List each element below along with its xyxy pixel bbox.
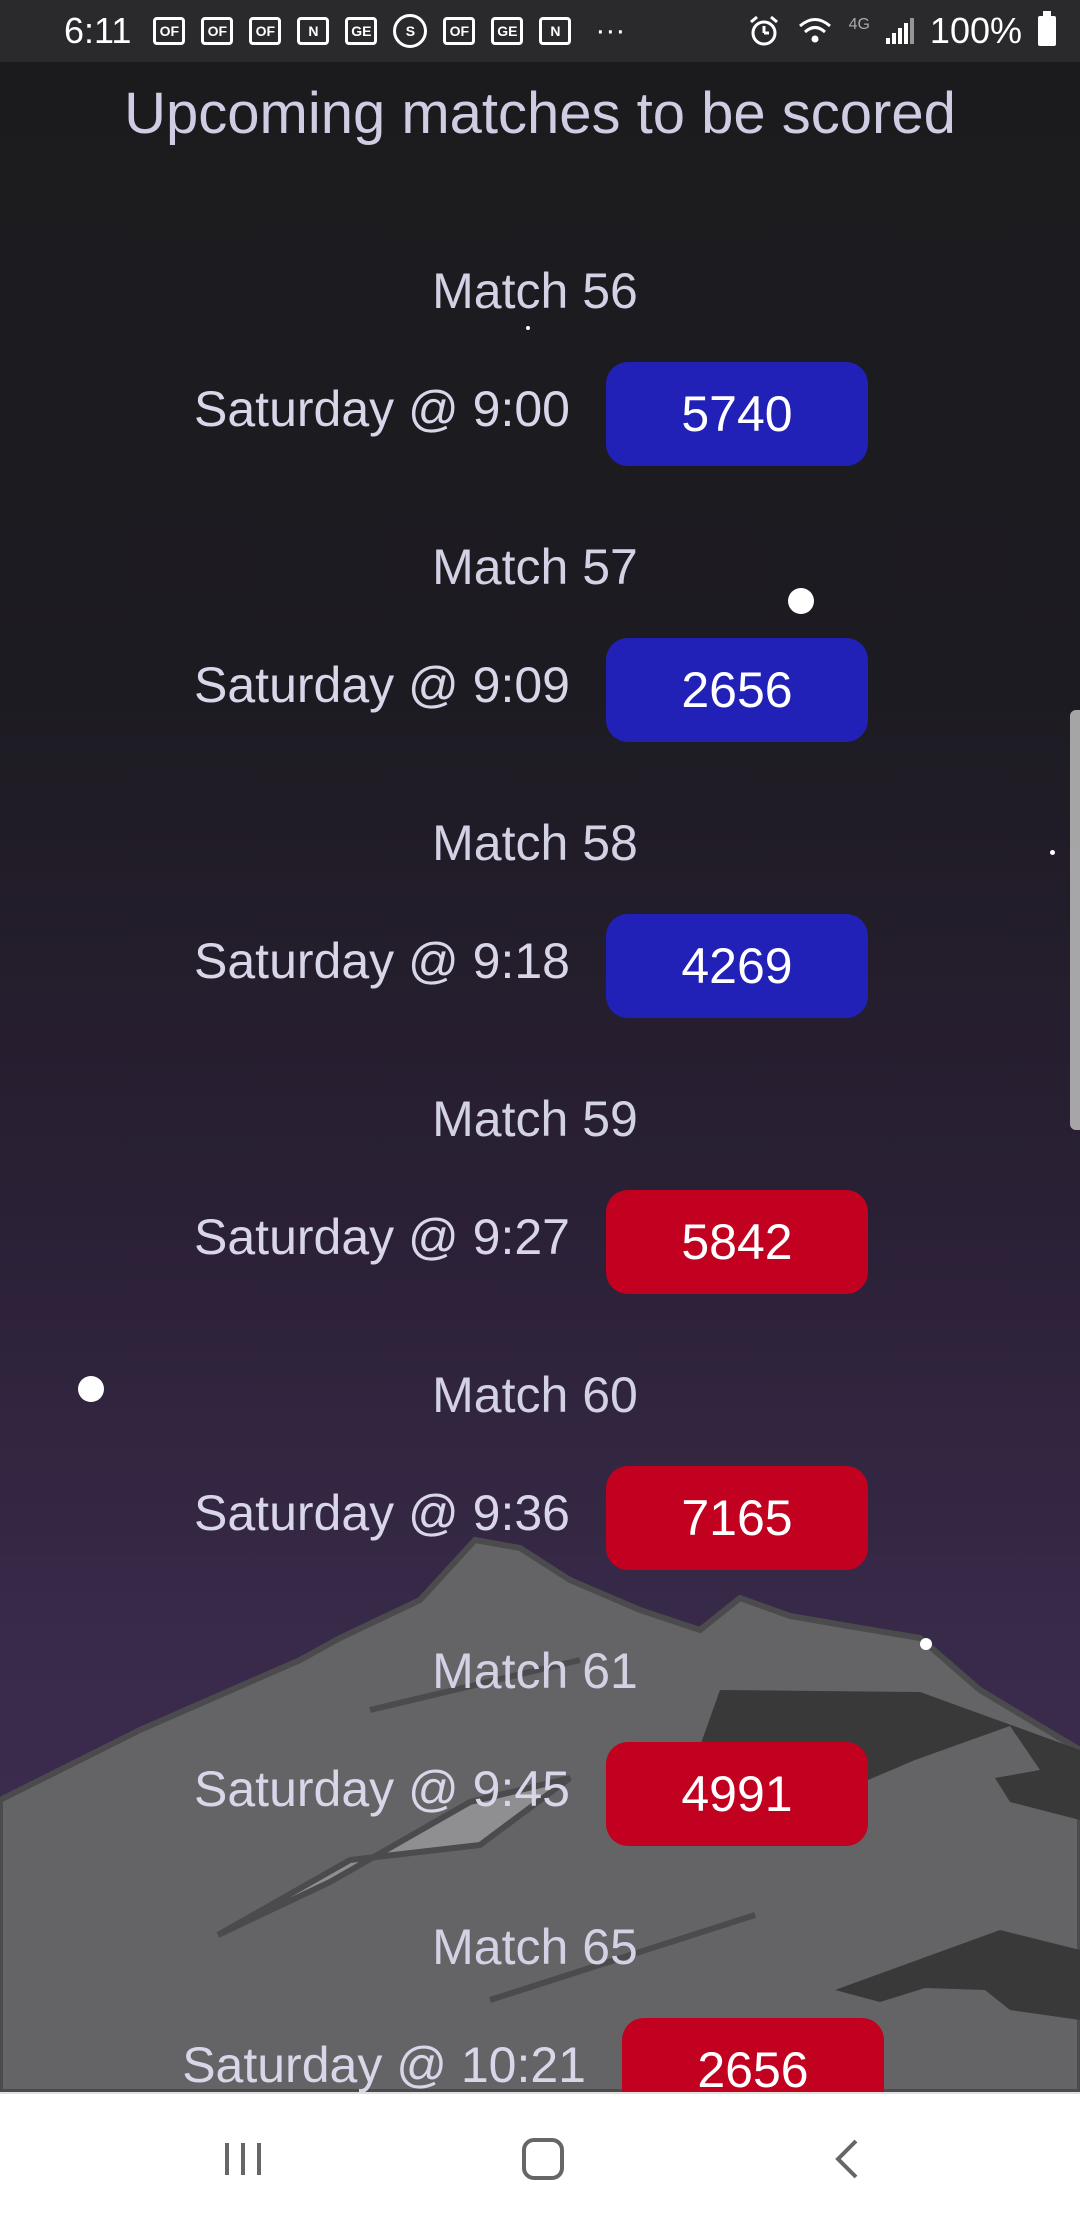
match-time: Saturday @ 9:18 bbox=[194, 933, 570, 989]
match-item: Match 57 Saturday @ 9:09 2656 bbox=[0, 538, 1080, 814]
team-button[interactable]: 4991 bbox=[606, 1742, 868, 1846]
match-time: Saturday @ 9:00 bbox=[194, 381, 570, 437]
match-item: Match 65 Saturday @ 10:21 2656 bbox=[0, 1918, 1080, 2092]
match-item: Match 61 Saturday @ 9:45 4991 bbox=[0, 1642, 1080, 1918]
match-title: Match 59 bbox=[432, 1091, 638, 1147]
match-list: Match 56 Saturday @ 9:00 5740 Match 57 S… bbox=[0, 0, 1080, 2092]
team-button[interactable]: 2656 bbox=[622, 2018, 884, 2092]
match-time: Saturday @ 9:36 bbox=[194, 1485, 570, 1541]
home-button[interactable] bbox=[498, 2124, 588, 2194]
match-title: Match 60 bbox=[432, 1367, 638, 1423]
match-time: Saturday @ 9:45 bbox=[194, 1761, 570, 1817]
match-item: Match 60 Saturday @ 9:36 7165 bbox=[0, 1366, 1080, 1642]
home-icon bbox=[522, 2138, 564, 2180]
navigation-bar bbox=[0, 2092, 1080, 2220]
match-time: Saturday @ 9:09 bbox=[194, 657, 570, 713]
match-title: Match 61 bbox=[432, 1643, 638, 1699]
recents-icon bbox=[225, 2143, 261, 2175]
team-button[interactable]: 2656 bbox=[606, 638, 868, 742]
team-button[interactable]: 5842 bbox=[606, 1190, 868, 1294]
recents-button[interactable] bbox=[198, 2124, 288, 2194]
team-button[interactable]: 5740 bbox=[606, 362, 868, 466]
match-item: Match 58 Saturday @ 9:18 4269 bbox=[0, 814, 1080, 1090]
match-time: Saturday @ 10:21 bbox=[182, 2037, 586, 2092]
team-button[interactable]: 4269 bbox=[606, 914, 868, 1018]
match-time: Saturday @ 9:27 bbox=[194, 1209, 570, 1265]
team-button[interactable]: 7165 bbox=[606, 1466, 868, 1570]
match-item: Match 59 Saturday @ 9:27 5842 bbox=[0, 1090, 1080, 1366]
match-title: Match 57 bbox=[432, 539, 638, 595]
match-title: Match 65 bbox=[432, 1919, 638, 1975]
back-button[interactable] bbox=[802, 2124, 892, 2194]
back-icon bbox=[835, 2139, 858, 2179]
match-item: Match 56 Saturday @ 9:00 5740 bbox=[0, 262, 1080, 538]
match-title: Match 58 bbox=[432, 815, 638, 871]
match-title: Match 56 bbox=[432, 263, 638, 319]
